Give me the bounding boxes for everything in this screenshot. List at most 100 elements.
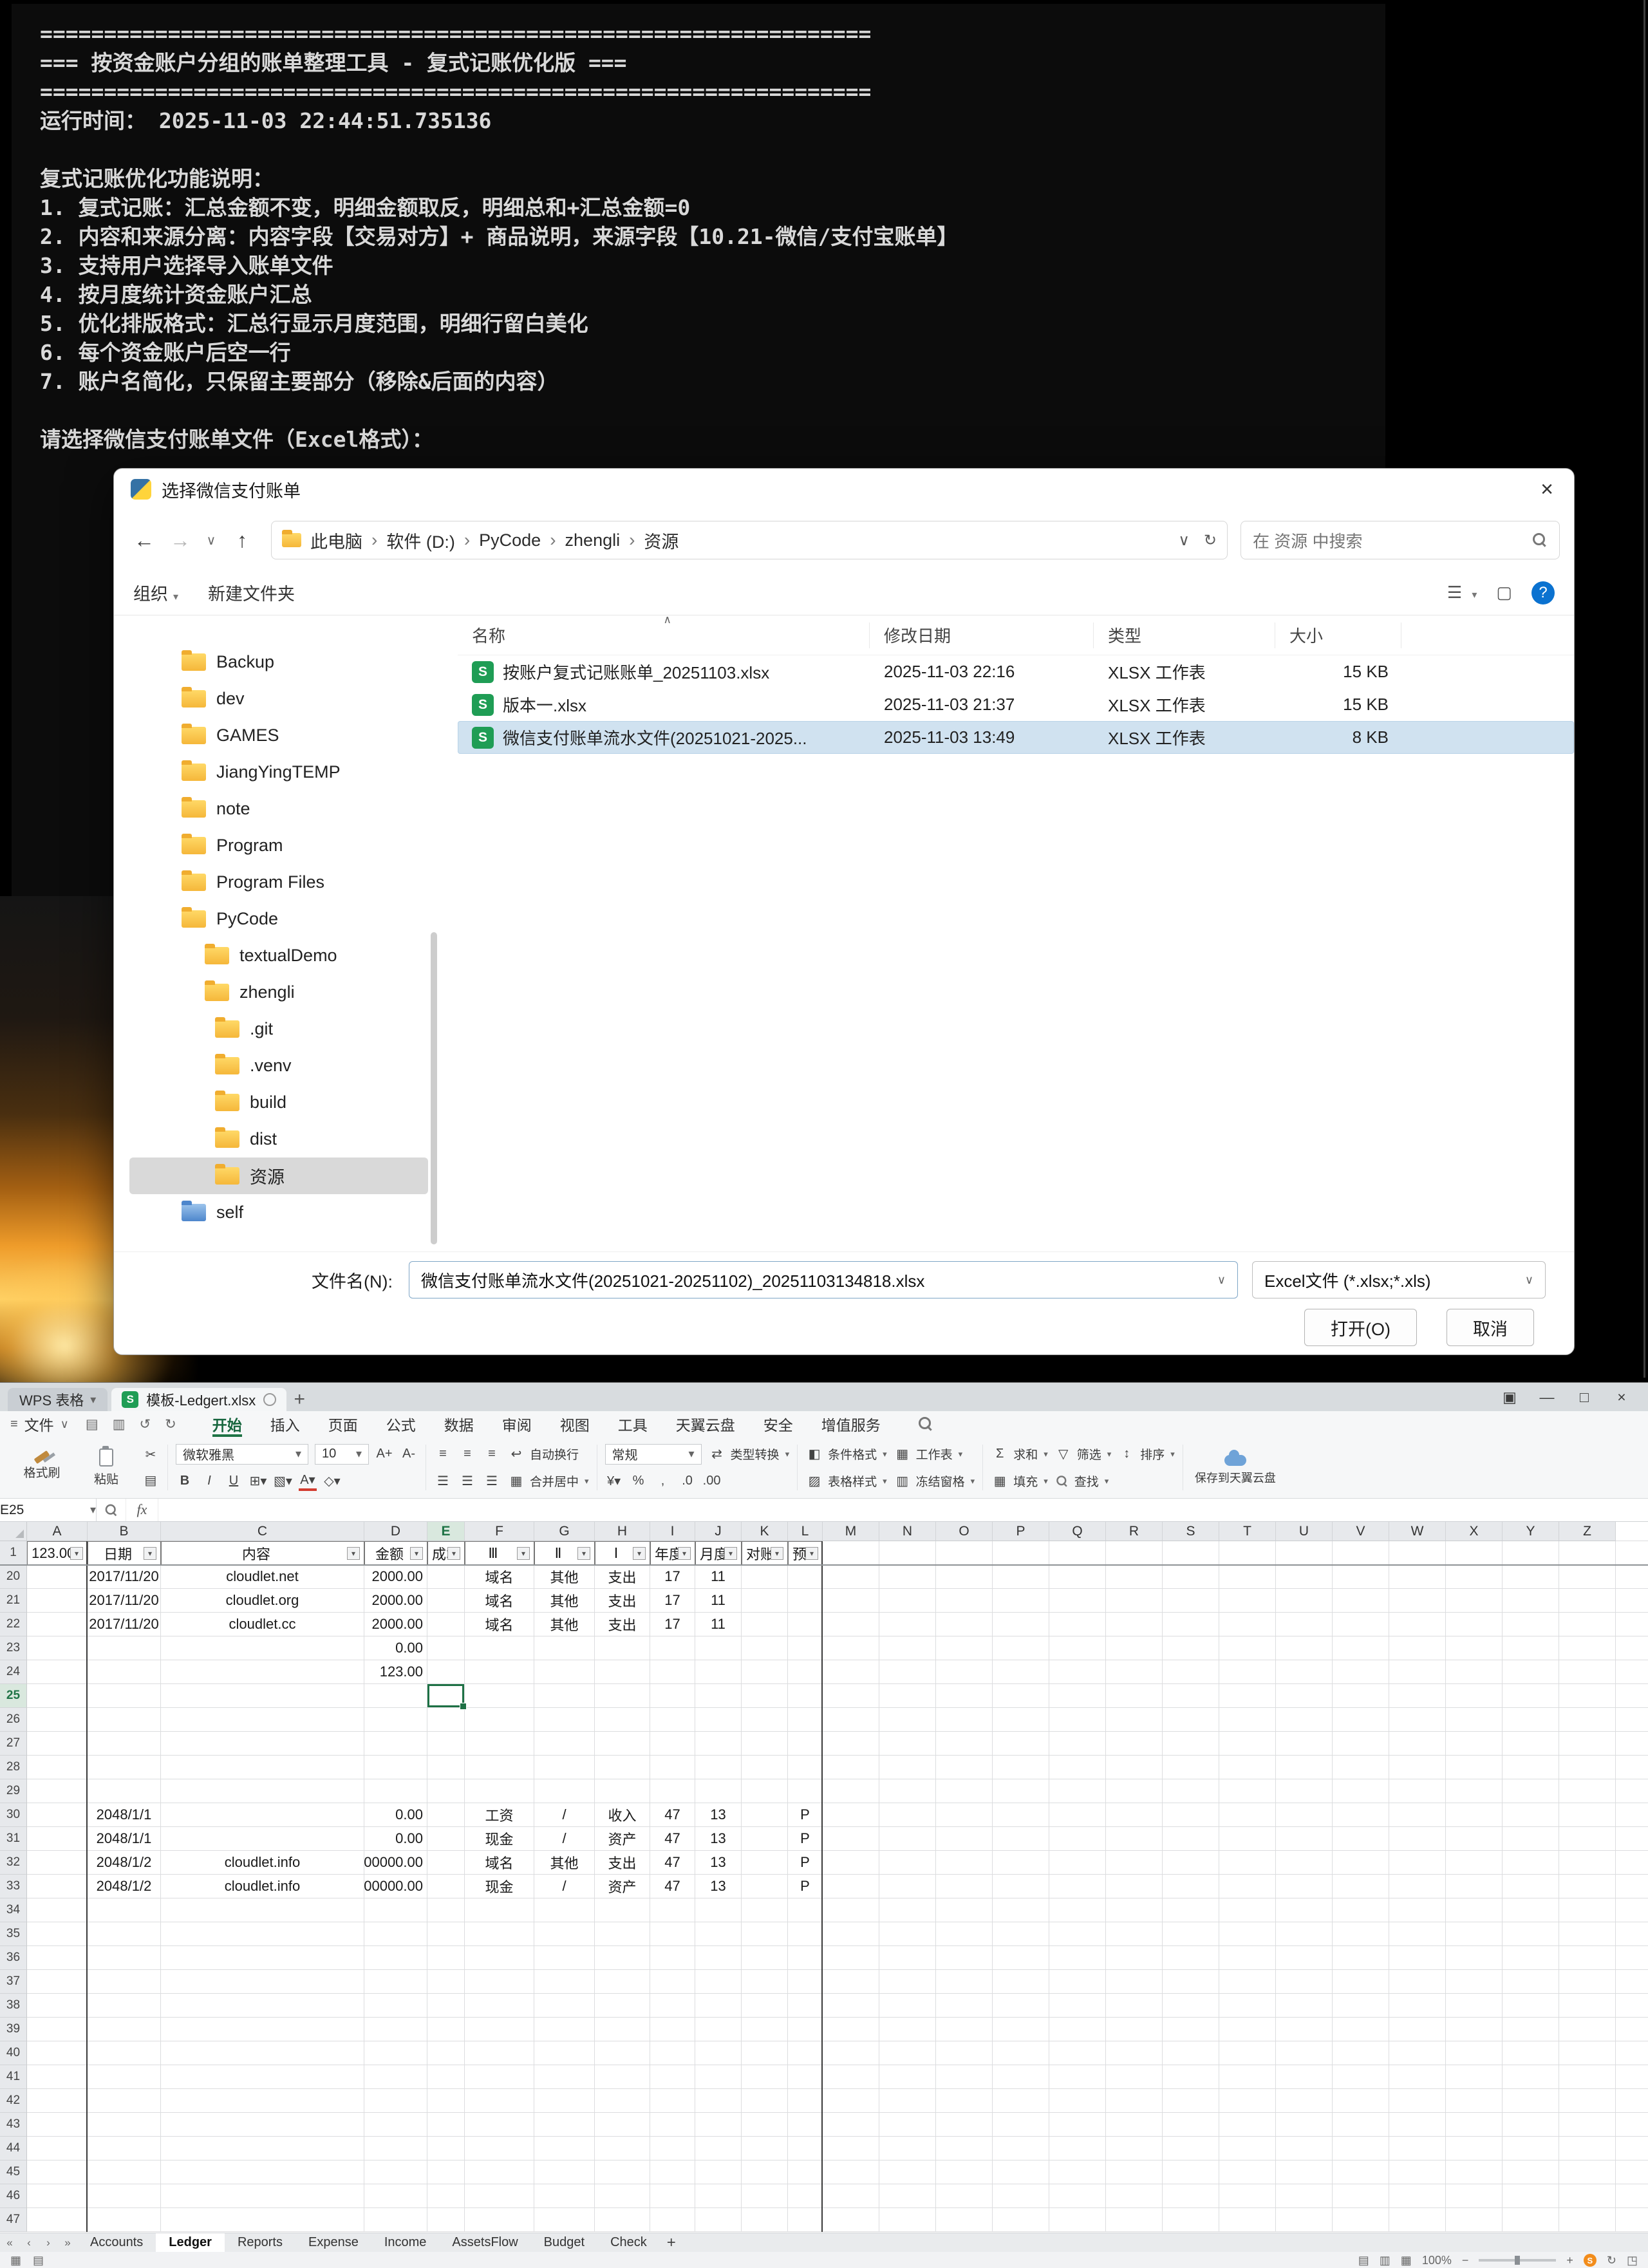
cell-B35[interactable] bbox=[88, 1922, 161, 1946]
cell-V38[interactable] bbox=[1333, 1994, 1389, 2018]
cell-U24[interactable] bbox=[1276, 1660, 1333, 1684]
sidebar-item-zhengli[interactable]: zhengli bbox=[114, 974, 436, 1011]
align-middle-icon[interactable]: ≡ bbox=[458, 1445, 476, 1464]
filename-dropdown-icon[interactable]: ∨ bbox=[1217, 1273, 1226, 1287]
breadcrumb-item[interactable]: 资源 bbox=[644, 528, 679, 553]
cell-N41[interactable] bbox=[879, 2065, 936, 2089]
cell-Q28[interactable] bbox=[1049, 1756, 1106, 1779]
cell-V29[interactable] bbox=[1333, 1779, 1389, 1803]
cell-O23[interactable] bbox=[936, 1636, 993, 1660]
sidebar-item-Program Files[interactable]: Program Files bbox=[114, 864, 436, 901]
cell-L45[interactable] bbox=[788, 2160, 823, 2184]
cell-E40[interactable] bbox=[427, 2041, 465, 2065]
cell-R43[interactable] bbox=[1106, 2113, 1163, 2137]
cell-Y21[interactable] bbox=[1503, 1589, 1559, 1613]
cell-R32[interactable] bbox=[1106, 1851, 1163, 1875]
freeze-panes-button[interactable]: ▥冻结窗格▾ bbox=[894, 1472, 975, 1491]
cell-B36[interactable] bbox=[88, 1946, 161, 1970]
cell-A47[interactable] bbox=[27, 2208, 88, 2232]
cell-A42[interactable] bbox=[27, 2089, 88, 2113]
cell-H42[interactable] bbox=[595, 2089, 650, 2113]
cell-P28[interactable] bbox=[993, 1756, 1049, 1779]
cell-G27[interactable] bbox=[534, 1732, 595, 1756]
cell-Y38[interactable] bbox=[1503, 1994, 1559, 2018]
cell-A37[interactable] bbox=[27, 1970, 88, 1994]
cell-X40[interactable] bbox=[1446, 2041, 1503, 2065]
cell-R25[interactable] bbox=[1106, 1684, 1163, 1708]
ribbon-tab-插入[interactable]: 插入 bbox=[270, 1411, 300, 1437]
cell-V20[interactable] bbox=[1333, 1565, 1389, 1589]
cell-Z47[interactable] bbox=[1559, 2208, 1616, 2232]
cell-Z28[interactable] bbox=[1559, 1756, 1616, 1779]
filename-input[interactable]: 微信支付账单流水文件(20251021-20251102)_2025110313… bbox=[409, 1261, 1238, 1298]
increase-font-icon[interactable]: A+ bbox=[375, 1445, 393, 1464]
cell-E22[interactable] bbox=[427, 1613, 465, 1636]
save-icon[interactable]: ▤ bbox=[86, 1416, 98, 1432]
cell-M39[interactable] bbox=[823, 2018, 879, 2041]
cell-Q21[interactable] bbox=[1049, 1589, 1106, 1613]
cell-X37[interactable] bbox=[1446, 1970, 1503, 1994]
cell-N35[interactable] bbox=[879, 1922, 936, 1946]
cell-B26[interactable] bbox=[88, 1708, 161, 1732]
find-button[interactable]: 查找▾ bbox=[1054, 1472, 1109, 1490]
cell-Z39[interactable] bbox=[1559, 2018, 1616, 2041]
cell-V45[interactable] bbox=[1333, 2160, 1389, 2184]
cell-I40[interactable] bbox=[650, 2041, 695, 2065]
cell-Z30[interactable] bbox=[1559, 1803, 1616, 1827]
cell-K36[interactable] bbox=[742, 1946, 788, 1970]
sheet-tab-AssetsFlow[interactable]: AssetsFlow bbox=[439, 2233, 530, 2252]
cell-H21[interactable]: 支出 bbox=[595, 1589, 650, 1613]
cell-S34[interactable] bbox=[1163, 1898, 1219, 1922]
cell-Z38[interactable] bbox=[1559, 1994, 1616, 2018]
copy-icon[interactable]: ▤ bbox=[142, 1471, 160, 1490]
cell-E20[interactable] bbox=[427, 1565, 465, 1589]
cell-I42[interactable] bbox=[650, 2089, 695, 2113]
cell-H20[interactable]: 支出 bbox=[595, 1565, 650, 1589]
cell-B44[interactable] bbox=[88, 2137, 161, 2160]
cell-H29[interactable] bbox=[595, 1779, 650, 1803]
cell-W47[interactable] bbox=[1389, 2208, 1446, 2232]
cell-U32[interactable] bbox=[1276, 1851, 1333, 1875]
fullscreen-icon[interactable]: ◳ bbox=[1627, 2254, 1638, 2267]
cell-K45[interactable] bbox=[742, 2160, 788, 2184]
column-header-T[interactable]: T bbox=[1219, 1522, 1276, 1541]
cell-T34[interactable] bbox=[1219, 1898, 1276, 1922]
cell-L21[interactable] bbox=[788, 1589, 823, 1613]
ribbon-tab-天翼云盘[interactable]: 天翼云盘 bbox=[676, 1411, 735, 1437]
cell-J20[interactable]: 11 bbox=[695, 1565, 742, 1589]
cell-T22[interactable] bbox=[1219, 1613, 1276, 1636]
cell-R1[interactable] bbox=[1106, 1541, 1163, 1565]
column-header-P[interactable]: P bbox=[993, 1522, 1049, 1541]
cell-N23[interactable] bbox=[879, 1636, 936, 1660]
cell-L31[interactable]: P bbox=[788, 1827, 823, 1851]
cell-A27[interactable] bbox=[27, 1732, 88, 1756]
cell-I38[interactable] bbox=[650, 1994, 695, 2018]
cell-H39[interactable] bbox=[595, 2018, 650, 2041]
filter-icon[interactable]: ▾ bbox=[517, 1547, 530, 1560]
cell-M46[interactable] bbox=[823, 2184, 879, 2208]
sidebar-scrollbar[interactable] bbox=[431, 615, 437, 1251]
cell-K30[interactable] bbox=[742, 1803, 788, 1827]
borders-icon[interactable]: ⊞▾ bbox=[249, 1472, 267, 1491]
cell-U36[interactable] bbox=[1276, 1946, 1333, 1970]
cell-U45[interactable] bbox=[1276, 2160, 1333, 2184]
cell-Q24[interactable] bbox=[1049, 1660, 1106, 1684]
cell-A30[interactable] bbox=[27, 1803, 88, 1827]
cell-B22[interactable]: 2017/11/20 bbox=[88, 1613, 161, 1636]
cell-J36[interactable] bbox=[695, 1946, 742, 1970]
cell-V21[interactable] bbox=[1333, 1589, 1389, 1613]
cell-J45[interactable] bbox=[695, 2160, 742, 2184]
filter-icon[interactable]: ▾ bbox=[805, 1547, 818, 1560]
cell-F44[interactable] bbox=[465, 2137, 534, 2160]
cell-W43[interactable] bbox=[1389, 2113, 1446, 2137]
row-header-34[interactable]: 34 bbox=[0, 1898, 27, 1922]
row-header-30[interactable]: 30 bbox=[0, 1803, 27, 1827]
prev-sheet-button[interactable]: ‹ bbox=[19, 2233, 39, 2252]
cell-K24[interactable] bbox=[742, 1660, 788, 1684]
cell-D42[interactable] bbox=[364, 2089, 427, 2113]
font-color-icon[interactable]: A▾ bbox=[299, 1472, 317, 1491]
cell-D24[interactable]: 123.00 bbox=[364, 1660, 427, 1684]
cell-Z1[interactable] bbox=[1559, 1541, 1616, 1565]
cell-L22[interactable] bbox=[788, 1613, 823, 1636]
cell-A1[interactable]: 123.00▾ bbox=[27, 1541, 88, 1565]
